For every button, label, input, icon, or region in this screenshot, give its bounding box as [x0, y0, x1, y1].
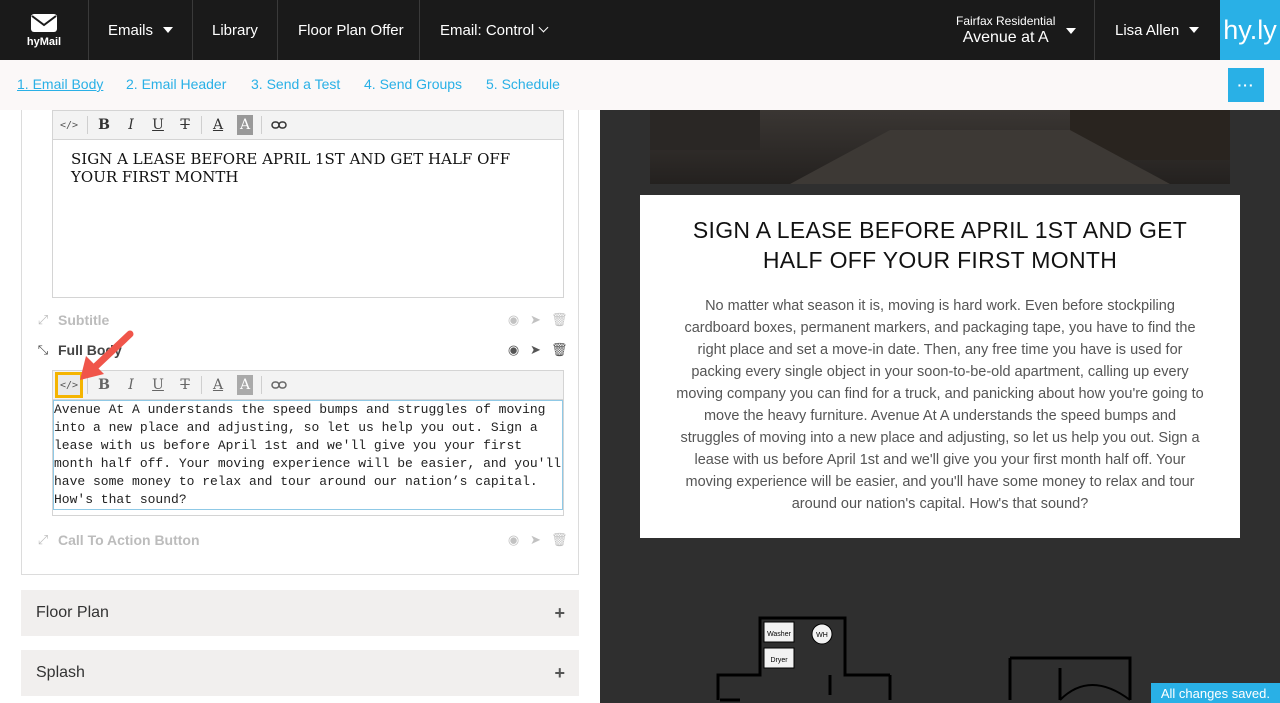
link-button[interactable]: [268, 115, 290, 135]
emails-menu[interactable]: Emails: [108, 0, 174, 60]
link-icon: [271, 381, 287, 389]
send-icon[interactable]: ➤: [529, 342, 542, 358]
field-actions: ◉ ➤ 🗑: [507, 312, 568, 328]
tab-send-test[interactable]: 3. Send a Test: [251, 76, 340, 92]
underline-button[interactable]: U: [147, 375, 169, 395]
floorplan-label-dryer: Dryer: [770, 657, 788, 664]
save-status-badge: All changes saved.: [1150, 683, 1280, 703]
trash-icon[interactable]: 🗑: [551, 532, 568, 548]
trash-icon[interactable]: 🗑: [551, 342, 568, 358]
expand-icon[interactable]: ⤢: [36, 312, 50, 328]
library-label: Library: [212, 21, 258, 39]
offer-link[interactable]: Floor Plan Offer: [298, 0, 404, 60]
background-color-button[interactable]: A: [237, 375, 253, 395]
background-color-button[interactable]: A: [237, 115, 253, 135]
tab-email-header[interactable]: 2. Email Header: [126, 76, 226, 92]
floorplan-label-washer: Washer: [767, 631, 792, 638]
html-source-textarea[interactable]: Avenue At A understands the speed bumps …: [53, 400, 563, 510]
divider: [1094, 0, 1095, 60]
toolbar-separator: [261, 376, 262, 394]
hide-eye-icon[interactable]: ◉: [507, 312, 520, 328]
preview-headline: SIGN A LEASE BEFORE APRIL 1ST AND GET HA…: [692, 217, 1188, 273]
send-icon[interactable]: ➤: [529, 312, 542, 328]
field-actions: ◉ ➤ 🗑: [507, 532, 568, 548]
hero-photo: [650, 110, 1230, 184]
tab-send-groups[interactable]: 4. Send Groups: [364, 76, 462, 92]
envelope-icon: [31, 14, 57, 32]
toolbar-separator: [201, 116, 202, 134]
field-label-cta: Call To Action Button: [58, 532, 200, 548]
bold-button[interactable]: B: [93, 115, 115, 135]
font-color-button[interactable]: A: [207, 115, 229, 135]
library-link[interactable]: Library: [212, 0, 258, 60]
org-name: Fairfax Residential: [956, 13, 1056, 28]
email-variant-label: Email: Control: [440, 21, 535, 39]
hide-eye-icon[interactable]: ◉: [507, 532, 520, 548]
caret-down-icon: [1189, 27, 1200, 33]
divider: [88, 0, 89, 60]
hyly-logo[interactable]: hy.ly: [1220, 0, 1280, 60]
title-editor-content[interactable]: SIGN A LEASE BEFORE APRIL 1ST AND GET HA…: [53, 140, 563, 196]
title-editor-toolbar: </> B I U T A A: [53, 111, 563, 140]
property-name: Avenue at A: [962, 28, 1049, 46]
tab-schedule[interactable]: 5. Schedule: [486, 76, 560, 92]
user-menu[interactable]: Lisa Allen: [1115, 0, 1200, 60]
chevron-down-icon: [538, 22, 549, 33]
trash-icon[interactable]: 🗑: [551, 312, 568, 328]
strikethrough-button[interactable]: T: [174, 375, 196, 395]
field-actions: ◉ ➤ 🗑: [507, 342, 568, 358]
underline-button[interactable]: U: [147, 115, 169, 135]
accordion-label: Splash: [36, 664, 85, 681]
step-tabs: 1. Email Body 2. Email Header 3. Send a …: [0, 60, 1280, 111]
property-selector[interactable]: Fairfax Residential Avenue at A: [956, 0, 1055, 60]
send-icon[interactable]: ➤: [529, 532, 542, 548]
accordion-floor-plan[interactable]: Floor Plan +: [21, 590, 579, 636]
hymail-logo[interactable]: hyMail: [0, 0, 88, 60]
email-preview-panel: SIGN A LEASE BEFORE APRIL 1ST AND GET HA…: [600, 110, 1280, 703]
divider: [192, 0, 193, 60]
offer-label: Floor Plan Offer: [298, 21, 404, 39]
hero-photo-image: [650, 110, 1230, 184]
email-content-inner: SIGN A LEASE BEFORE APRIL 1ST AND GET HA…: [650, 195, 1230, 538]
eye-icon[interactable]: ◉: [507, 342, 520, 358]
email-variant-dropdown[interactable]: Email: Control: [440, 0, 549, 60]
floorplan-label-wh: WH: [816, 632, 828, 639]
caret-down-icon[interactable]: [1066, 28, 1076, 34]
caret-down-icon: [163, 27, 174, 33]
plus-icon[interactable]: +: [554, 663, 565, 684]
accordion-label: Floor Plan: [36, 604, 109, 621]
link-icon: [271, 121, 287, 129]
link-button[interactable]: [268, 375, 290, 395]
field-row-cta[interactable]: ⤢ Call To Action Button ◉ ➤ 🗑: [36, 529, 568, 551]
strikethrough-button[interactable]: T: [174, 115, 196, 135]
divider: [419, 0, 420, 60]
email-content-card: SIGN A LEASE BEFORE APRIL 1ST AND GET HA…: [640, 195, 1240, 538]
emails-menu-label: Emails: [108, 21, 154, 39]
font-color-button[interactable]: A: [207, 375, 229, 395]
source-code-button[interactable]: </>: [58, 115, 80, 135]
tab-email-body[interactable]: 1. Email Body: [17, 76, 103, 92]
collapse-icon[interactable]: ⤡: [36, 342, 50, 358]
preview-body: No matter what season it is, moving is h…: [676, 298, 1204, 512]
more-options-button[interactable]: ···: [1228, 68, 1264, 102]
pointer-arrow-icon: [80, 330, 134, 380]
top-navigation-bar: hyMail Emails Library Floor Plan Offer E…: [0, 0, 1280, 60]
user-name: Lisa Allen: [1115, 21, 1180, 39]
logo-label: hyMail: [26, 36, 62, 48]
toolbar-separator: [87, 116, 88, 134]
toolbar-separator: [261, 116, 262, 134]
plus-icon[interactable]: +: [554, 603, 565, 624]
field-label-subtitle: Subtitle: [58, 312, 110, 328]
toolbar-separator: [201, 376, 202, 394]
divider: [277, 0, 278, 60]
full-body-editor: </> B I U T A A Avenue At A understands …: [52, 370, 564, 516]
floor-plan-image: Washer WH Dryer: [716, 616, 1132, 702]
italic-button[interactable]: I: [120, 115, 142, 135]
expand-icon[interactable]: ⤢: [36, 532, 50, 548]
editor-panel: </> B I U T A A SIGN A LEASE BEFORE APRI…: [0, 110, 600, 703]
title-editor: </> B I U T A A SIGN A LEASE BEFORE APRI…: [52, 110, 564, 298]
accordion-splash[interactable]: Splash +: [21, 650, 579, 696]
